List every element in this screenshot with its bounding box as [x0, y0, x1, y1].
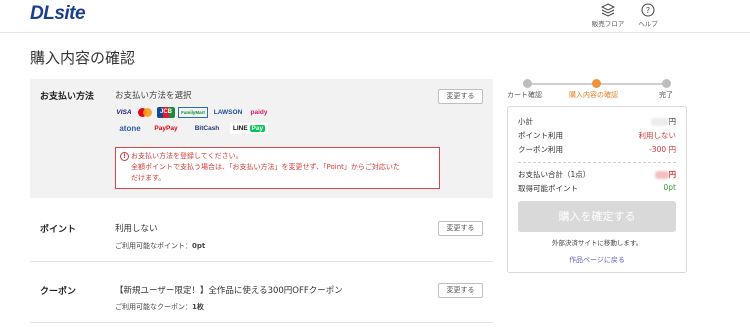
payment-change-button[interactable]: 変更する — [438, 89, 483, 104]
visa-logo: VISA — [116, 109, 132, 116]
subtotal-row: 小計 円 — [518, 116, 676, 127]
error-line-1: お支払い方法を登録してください。 — [131, 152, 243, 160]
paidy-logo: paidy — [250, 109, 268, 116]
step-label-confirm: 購入内容の確認 — [569, 91, 618, 99]
nav-help-label: ヘルプ — [638, 20, 658, 28]
total-row: お支払い合計（1点） 円 — [518, 169, 676, 180]
header: DLsite 販売フロア ? ヘルプ — [0, 0, 750, 33]
point-value: 利用しない — [115, 224, 158, 234]
lawson-logo: LAWSON — [213, 109, 243, 116]
nav-sales-floor[interactable]: 販売フロア — [590, 3, 626, 28]
layers-icon — [601, 3, 615, 17]
linepay-logo: LINE Pay — [230, 123, 268, 134]
step-label-complete: 完了 — [659, 91, 673, 99]
error-line-3: だけます。 — [131, 174, 166, 182]
confirm-purchase-button[interactable]: 購入を確定する — [518, 201, 676, 232]
coupon-available-value: 1枚 — [192, 303, 204, 311]
coupon-section: クーポン 【新規ユーザー限定！】全作品に使える300円OFFクーポン ご利用可能… — [30, 271, 493, 323]
external-payment-note: 外部決済サイトに移動します。 — [551, 239, 643, 247]
subtotal-amount-obscured — [650, 118, 669, 126]
point-available-value: 0pt — [192, 242, 206, 250]
total-amount-obscured — [654, 171, 669, 179]
checkout-steps: カート確認 購入内容の確認 完了 — [507, 78, 687, 103]
earn-row: 取得可能ポイント 0pt — [518, 183, 676, 194]
total-value: 円 — [654, 169, 677, 180]
payment-error-box: ! お支払い方法を登録してください。 全額ポイントで支払う場合は、「お支払い方法… — [115, 147, 440, 189]
mastercard-logo — [136, 107, 154, 118]
earn-value: 0pt — [663, 183, 676, 192]
coupon-available-label: ご利用可能なクーポン： — [115, 303, 192, 311]
error-icon: ! — [120, 152, 129, 161]
points-label: ポイント利用 — [518, 131, 563, 140]
paypay-logo: PayPay — [154, 125, 178, 132]
coupon-use-value: -300 円 — [649, 145, 676, 154]
page-title: 購入内容の確認 — [30, 49, 136, 67]
back-to-product-link[interactable]: 作品ページに戻る — [508, 255, 686, 265]
point-section: ポイント 利用しない ご利用可能なポイント：0pt 変更する — [30, 210, 493, 262]
subtotal-label: 小計 — [518, 117, 533, 126]
dlsite-logo[interactable]: DLsite — [30, 3, 86, 25]
points-row: ポイント利用 利用しない — [518, 130, 676, 141]
subtotal-value: 円 — [650, 116, 677, 127]
coupon-use-label: クーポン利用 — [518, 145, 563, 154]
coupon-change-button[interactable]: 変更する — [438, 283, 483, 298]
atone-logo: atone — [119, 124, 141, 133]
step-dot-confirm — [592, 79, 601, 88]
familymart-logo: FamilyMart — [178, 107, 208, 118]
nav-sales-floor-label: 販売フロア — [591, 20, 625, 28]
step-dot-cart — [523, 79, 532, 88]
order-summary: 小計 円 ポイント利用 利用しない クーポン利用 -300 円 お支払い合計（1… — [507, 106, 687, 273]
help-icon: ? — [641, 3, 655, 17]
payment-label: お支払い方法 — [40, 92, 95, 102]
jcb-logo: JCB — [157, 107, 175, 118]
earn-label: 取得可能ポイント — [518, 184, 578, 193]
coupon-available: ご利用可能なクーポン：1枚 — [115, 302, 204, 312]
point-label: ポイント — [40, 225, 77, 235]
subtotal-suffix: 円 — [668, 117, 677, 126]
summary-divider — [518, 162, 676, 163]
points-value: 利用しない — [638, 131, 677, 140]
coupon-value: 【新規ユーザー限定！】全作品に使える300円OFFクーポン — [115, 286, 343, 296]
step-dot-complete — [662, 79, 671, 88]
point-change-button[interactable]: 変更する — [438, 221, 483, 236]
point-available-label: ご利用可能なポイント： — [115, 242, 192, 250]
step-label-cart: カート確認 — [507, 91, 542, 99]
bitcash-logo: BitCash — [194, 125, 220, 132]
payment-select-text: お支払い方法を選択 — [115, 91, 192, 101]
error-line-2: 全額ポイントで支払う場合は、「お支払い方法」を変更せず、「Point」からご対応… — [131, 163, 400, 171]
coupon-use-row: クーポン利用 -300 円 — [518, 144, 676, 155]
total-suffix: 円 — [668, 170, 677, 179]
payment-section: お支払い方法 お支払い方法を選択 変更する VISA JCB FamilyMar… — [30, 79, 493, 198]
nav-help[interactable]: ? ヘルプ — [630, 3, 666, 28]
point-available: ご利用可能なポイント：0pt — [115, 241, 205, 251]
coupon-label: クーポン — [40, 287, 77, 297]
total-label: お支払い合計（1点） — [518, 170, 591, 179]
svg-text:?: ? — [646, 6, 650, 15]
